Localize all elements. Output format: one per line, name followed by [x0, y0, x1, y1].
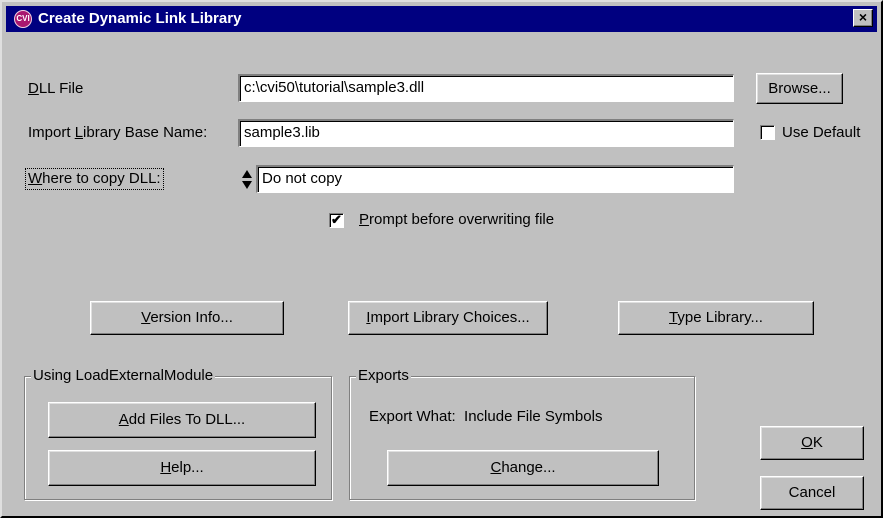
export-what-text: Export What: Include File Symbols	[369, 408, 603, 425]
dll-file-label: DLL File	[28, 80, 84, 97]
up-down-arrows-icon	[242, 170, 252, 189]
ring-spinner[interactable]	[240, 168, 254, 192]
where-to-copy-dll-label: Where to copy DLL:	[25, 168, 164, 190]
ok-button[interactable]: OK	[760, 426, 864, 460]
change-button[interactable]: Change...	[387, 450, 659, 486]
import-library-choices-button[interactable]: Import Library Choices...	[348, 301, 548, 335]
type-library-button[interactable]: Type Library...	[618, 301, 814, 335]
checkmark-icon: ✔	[331, 212, 342, 227]
cvi-app-icon: CVI	[14, 10, 32, 28]
help-button[interactable]: Help...	[48, 450, 316, 486]
add-files-to-dll-button[interactable]: Add Files To DLL...	[48, 402, 316, 438]
title-bar: CVI Create Dynamic Link Library ×	[6, 6, 877, 32]
dll-file-input[interactable]: c:\cvi50\tutorial\sample3.dll	[238, 74, 734, 102]
version-info-button[interactable]: Version Info...	[90, 301, 284, 335]
import-library-base-name-input[interactable]: sample3.lib	[238, 119, 734, 147]
export-what-value: Include File Symbols	[464, 408, 603, 425]
create-dll-dialog: CVI Create Dynamic Link Library × DLL Fi…	[0, 0, 883, 518]
where-to-copy-dll-select[interactable]: Do not copy	[256, 165, 734, 193]
prompt-overwrite-checkbox[interactable]: ✔	[329, 212, 344, 228]
prompt-overwrite-label[interactable]: Prompt before overwriting file	[359, 210, 554, 230]
cancel-button[interactable]: Cancel	[760, 476, 864, 510]
load-external-module-group-title: Using LoadExternalModule	[31, 366, 216, 386]
window-title: Create Dynamic Link Library	[38, 10, 242, 27]
close-icon: ×	[858, 9, 868, 25]
browse-button[interactable]: Browse...	[756, 73, 843, 104]
close-button[interactable]: ×	[853, 9, 873, 27]
import-library-base-name-label: Import Library Base Name:	[28, 124, 208, 141]
use-default-checkbox[interactable]	[760, 125, 775, 140]
exports-group-title: Exports	[356, 366, 411, 386]
use-default-label[interactable]: Use Default	[782, 123, 860, 143]
